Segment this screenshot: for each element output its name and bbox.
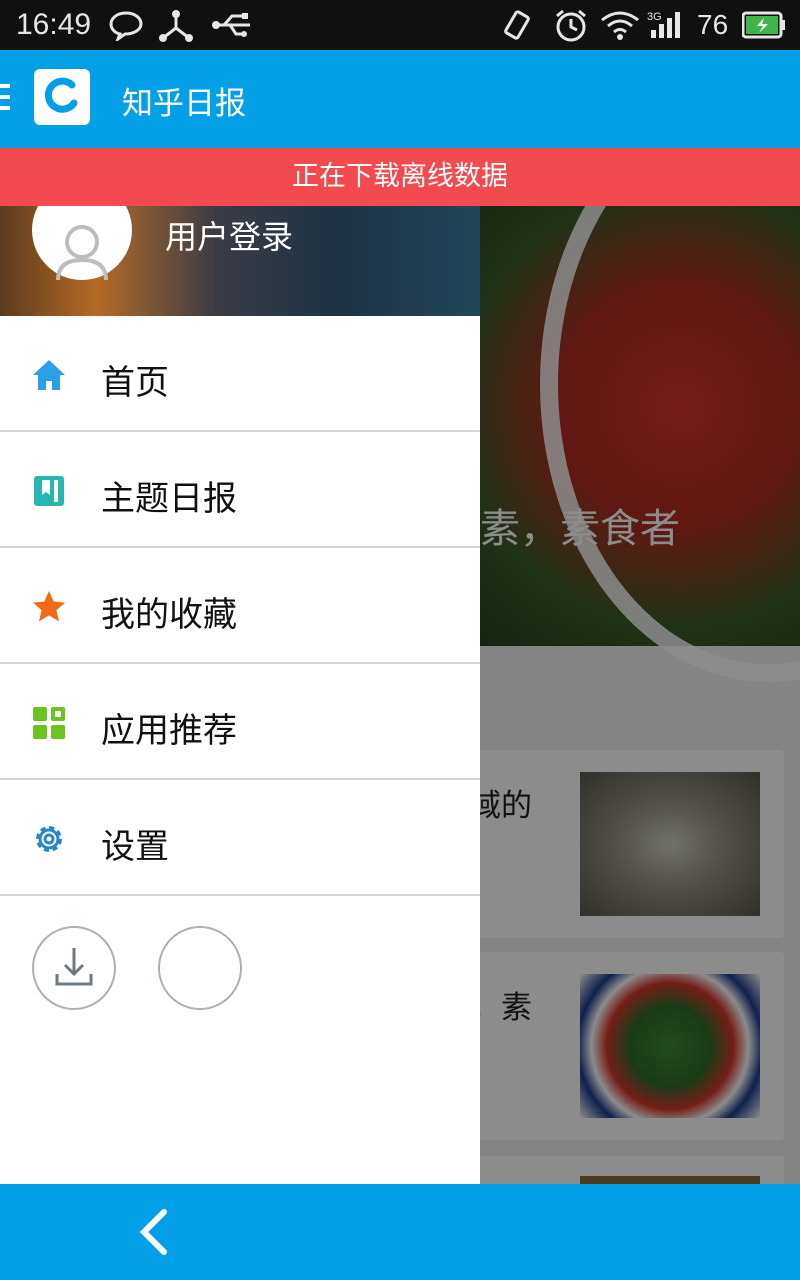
drawer-menu: 首页 主题日报 我的收藏 应用推荐 设置 — [0, 316, 480, 896]
night-mode-icon — [185, 950, 216, 986]
book-icon — [34, 476, 64, 506]
download-icon — [55, 948, 93, 986]
svg-text:3G: 3G — [647, 11, 662, 23]
alarm-icon — [556, 9, 586, 42]
gear-icon — [36, 826, 62, 852]
usb-icon — [212, 13, 250, 37]
grid-icon — [33, 707, 65, 739]
hamburger-icon[interactable] — [0, 84, 10, 117]
wifi-icon — [601, 11, 639, 40]
share-icon — [159, 10, 193, 42]
login-label[interactable]: 用户登录 — [165, 212, 293, 258]
night-mode-button[interactable] — [158, 926, 242, 1010]
drawer-header[interactable]: 用户登录 — [0, 206, 480, 316]
home-icon — [33, 360, 65, 390]
bottom-bar — [0, 1184, 800, 1280]
menu-item-app-recommend[interactable]: 应用推荐 — [0, 664, 480, 780]
download-banner: 正在下载离线数据 — [0, 148, 800, 206]
offline-download-button[interactable] — [32, 926, 116, 1010]
menu-item-favorites[interactable]: 我的收藏 — [0, 548, 480, 664]
star-icon — [33, 591, 65, 622]
battery-level: 76 — [697, 9, 729, 40]
navigation-drawer: 用户登录 首页 主题日报 我的收藏 应用推荐 设置 — [0, 206, 480, 1184]
status-time: 16:49 — [16, 8, 92, 41]
chat-icon — [109, 11, 143, 41]
back-icon[interactable] — [136, 1208, 176, 1256]
status-bar: 16:49 3G 76 — [0, 0, 800, 50]
menu-item-settings[interactable]: 设置 — [0, 780, 480, 896]
menu-item-label: 设置 — [101, 827, 169, 867]
app-title: 知乎日报 — [122, 86, 246, 122]
zhihu-daily-logo — [34, 69, 90, 125]
menu-item-label: 我的收藏 — [101, 595, 237, 635]
menu-item-label: 主题日报 — [101, 479, 237, 519]
signal-icon: 3G — [647, 11, 680, 38]
menu-item-label: 首页 — [101, 363, 169, 403]
battery-icon — [742, 11, 785, 39]
user-icon — [56, 225, 108, 281]
rotate-icon — [504, 10, 530, 40]
menu-item-label: 应用推荐 — [101, 711, 237, 751]
menu-item-theme-daily[interactable]: 主题日报 — [0, 432, 480, 548]
avatar[interactable] — [32, 206, 132, 281]
menu-item-home[interactable]: 首页 — [0, 316, 480, 432]
app-bar — [0, 50, 800, 148]
